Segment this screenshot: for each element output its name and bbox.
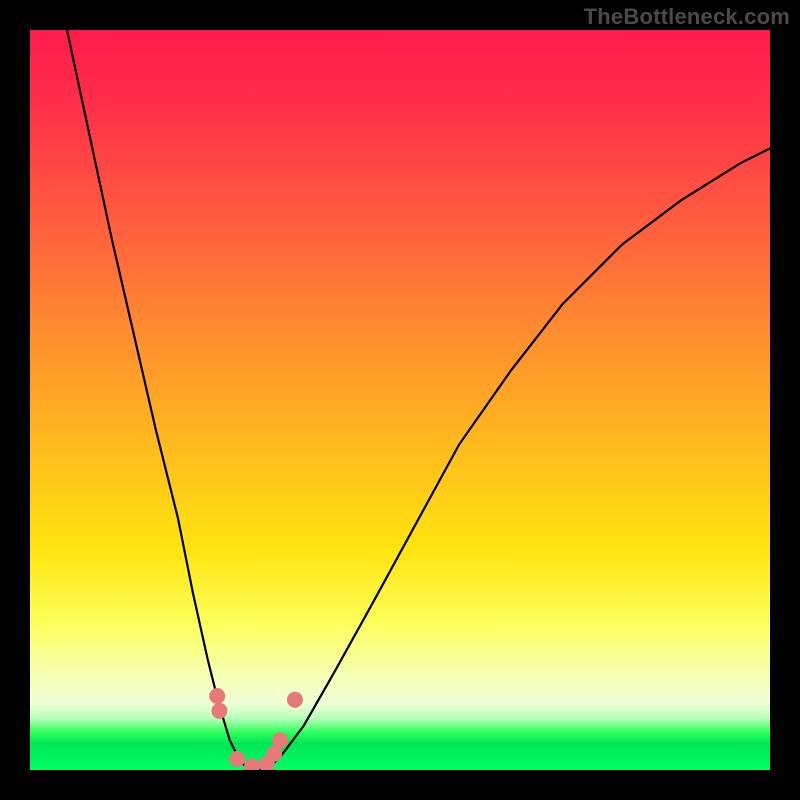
marker-dot — [229, 751, 245, 767]
marker-dot — [287, 692, 303, 708]
watermark-label: TheBottleneck.com — [584, 4, 790, 30]
marker-dot — [211, 703, 227, 719]
marker-dot — [272, 732, 288, 748]
bottleneck-curve — [67, 30, 770, 770]
chart-frame: TheBottleneck.com — [0, 0, 800, 800]
near-minimum-markers — [209, 688, 303, 770]
curve-layer — [30, 30, 770, 770]
marker-dot — [244, 758, 260, 770]
marker-dot — [209, 688, 225, 704]
